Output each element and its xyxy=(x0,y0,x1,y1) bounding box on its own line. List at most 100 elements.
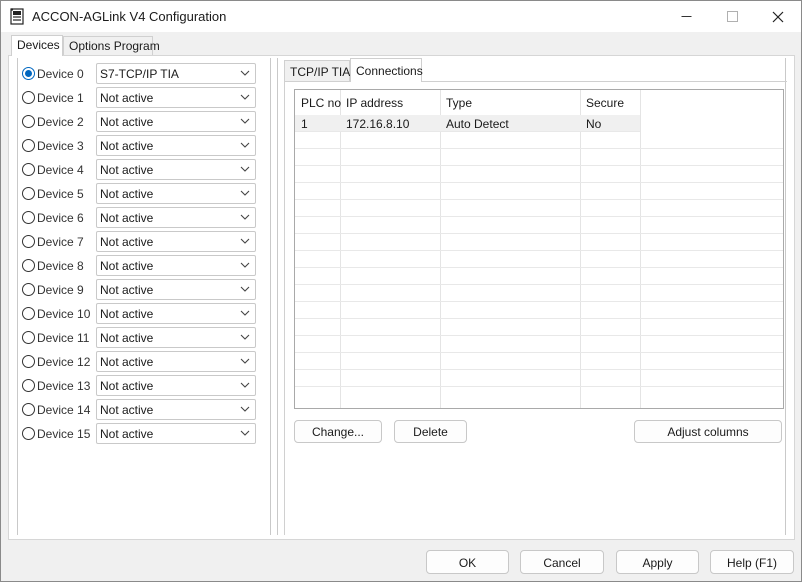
device-type-select[interactable]: Not active xyxy=(96,231,256,252)
device-radio[interactable] xyxy=(22,307,35,320)
chevron-down-icon xyxy=(240,214,250,220)
help-button-label: Help (F1) xyxy=(726,556,777,570)
device-row: Device 10 Not active xyxy=(21,303,266,325)
device-label: Device 8 xyxy=(37,259,84,273)
device-row: Device 7 Not active xyxy=(21,231,266,253)
tab-devices[interactable]: Devices xyxy=(11,35,63,56)
column-header[interactable]: PLC no xyxy=(301,96,341,110)
device-type-select[interactable]: Not active xyxy=(96,303,256,324)
minimize-icon xyxy=(681,16,691,17)
device-row: Device 1 Not active xyxy=(21,87,266,109)
device-radio[interactable] xyxy=(22,163,35,176)
cell-secure: No xyxy=(586,117,602,131)
delete-button[interactable]: Delete xyxy=(394,420,467,443)
device-type-value: Not active xyxy=(100,331,154,345)
chevron-down-icon xyxy=(240,166,250,172)
tab-options-program[interactable]: Options Program xyxy=(63,36,160,56)
device-radio[interactable] xyxy=(22,355,35,368)
table-row xyxy=(295,217,783,234)
tab-tcpip-tia[interactable]: TCP/IP TIA xyxy=(284,60,350,82)
device-row: Device 15 Not active xyxy=(21,423,266,445)
device-type-select[interactable]: Not active xyxy=(96,111,256,132)
column-header[interactable]: Type xyxy=(446,96,472,110)
device-type-select[interactable]: Not active xyxy=(96,399,256,420)
device-radio[interactable] xyxy=(22,259,35,272)
device-label: Device 15 xyxy=(37,427,91,441)
device-type-value: Not active xyxy=(100,211,154,225)
table-row xyxy=(295,285,783,302)
device-type-value: Not active xyxy=(100,259,154,273)
device-type-select[interactable]: Not active xyxy=(96,207,256,228)
device-label: Device 6 xyxy=(37,211,84,225)
adjust-columns-button[interactable]: Adjust columns xyxy=(634,420,782,443)
maximize-icon xyxy=(726,11,738,22)
device-label: Device 11 xyxy=(37,331,90,345)
chevron-down-icon xyxy=(240,70,250,76)
device-list: Device 0 S7-TCP/IP TIA Device 1 Not acti… xyxy=(17,58,271,535)
device-label: Device 2 xyxy=(37,115,84,129)
device-row: Device 13 Not active xyxy=(21,375,266,397)
device-type-select[interactable]: Not active xyxy=(96,135,256,156)
table-row[interactable]: 1 172.16.8.10 Auto Detect No xyxy=(295,115,640,132)
device-radio[interactable] xyxy=(22,91,35,104)
device-type-value: Not active xyxy=(100,427,154,441)
chevron-down-icon xyxy=(240,286,250,292)
device-row: Device 9 Not active xyxy=(21,279,266,301)
chevron-down-icon xyxy=(240,358,250,364)
device-radio[interactable] xyxy=(22,115,35,128)
chevron-down-icon xyxy=(240,142,250,148)
device-type-select[interactable]: Not active xyxy=(96,423,256,444)
device-radio[interactable] xyxy=(22,427,35,440)
connections-grid[interactable]: PLC no IP address Type Secure 1 172.16.8… xyxy=(294,89,784,409)
maximize-button[interactable] xyxy=(709,1,755,32)
ok-button[interactable]: OK xyxy=(426,550,509,574)
device-type-select[interactable]: Not active xyxy=(96,327,256,348)
minimize-button[interactable] xyxy=(663,1,709,32)
cancel-button[interactable]: Cancel xyxy=(520,550,604,574)
change-button[interactable]: Change... xyxy=(294,420,382,443)
device-type-select[interactable]: Not active xyxy=(96,351,256,372)
device-type-select[interactable]: Not active xyxy=(96,87,256,108)
chevron-down-icon xyxy=(240,334,250,340)
device-type-select[interactable]: S7-TCP/IP TIA xyxy=(96,63,256,84)
column-header[interactable]: Secure xyxy=(586,96,624,110)
device-type-select[interactable]: Not active xyxy=(96,159,256,180)
inner-tab-bar: TCP/IP TIA Connections xyxy=(284,58,484,82)
device-type-value: Not active xyxy=(100,379,154,393)
device-type-select[interactable]: Not active xyxy=(96,255,256,276)
cell-plc-no: 1 xyxy=(301,117,308,131)
device-label: Device 13 xyxy=(37,379,91,393)
chevron-down-icon xyxy=(240,190,250,196)
table-row xyxy=(295,302,783,319)
device-radio[interactable] xyxy=(22,139,35,152)
close-button[interactable] xyxy=(755,1,801,32)
cell-ip-address: 172.16.8.10 xyxy=(346,117,410,131)
device-radio[interactable] xyxy=(22,211,35,224)
device-radio[interactable] xyxy=(22,235,35,248)
device-row: Device 3 Not active xyxy=(21,135,266,157)
device-type-select[interactable]: Not active xyxy=(96,183,256,204)
column-header[interactable]: IP address xyxy=(346,96,403,110)
device-type-select[interactable]: Not active xyxy=(96,279,256,300)
delete-button-label: Delete xyxy=(413,425,448,439)
device-row: Device 14 Not active xyxy=(21,399,266,421)
tab-devices-label: Devices xyxy=(17,38,60,52)
tab-connections-label: Connections xyxy=(356,64,423,78)
device-label: Device 12 xyxy=(37,355,91,369)
device-radio[interactable] xyxy=(22,379,35,392)
device-radio[interactable] xyxy=(22,67,35,80)
device-radio[interactable] xyxy=(22,403,35,416)
apply-button[interactable]: Apply xyxy=(616,550,699,574)
tab-connections[interactable]: Connections xyxy=(350,58,423,82)
device-radio[interactable] xyxy=(22,283,35,296)
help-button[interactable]: Help (F1) xyxy=(710,550,794,574)
device-row: Device 6 Not active xyxy=(21,207,266,229)
device-type-value: Not active xyxy=(100,139,154,153)
app-icon xyxy=(10,8,24,25)
device-type-select[interactable]: Not active xyxy=(96,375,256,396)
device-radio[interactable] xyxy=(22,187,35,200)
table-row xyxy=(295,319,783,336)
device-radio[interactable] xyxy=(22,331,35,344)
table-row xyxy=(295,268,783,285)
cancel-button-label: Cancel xyxy=(543,556,581,570)
